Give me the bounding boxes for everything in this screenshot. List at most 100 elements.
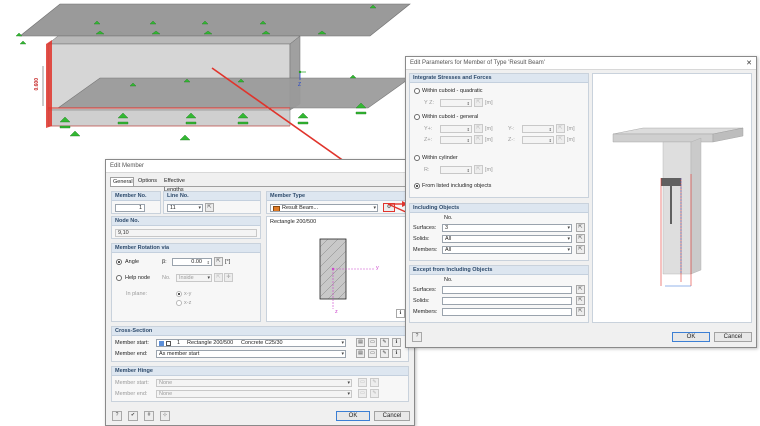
angle-input[interactable]: 0.00 ⇕ xyxy=(172,258,212,266)
edit-member-dialog: Edit Member General Options Effective Le… xyxy=(105,159,415,426)
help-icon[interactable]: ? xyxy=(112,411,122,421)
members-select[interactable]: All ▾ xyxy=(442,246,572,254)
hinge-end-select[interactable]: None ▾ xyxy=(156,390,352,398)
cuboid-quadratic-radio[interactable] xyxy=(414,88,420,94)
member-no-label: Member No. xyxy=(112,192,160,201)
y-plus-input[interactable]: ⇕ xyxy=(440,125,472,133)
tab-general[interactable]: General xyxy=(110,177,134,186)
cuboid-general-radio[interactable] xyxy=(414,114,420,120)
params-preview-panel xyxy=(592,73,752,323)
ok-button[interactable]: OK xyxy=(336,411,370,421)
tab-options[interactable]: Options xyxy=(136,177,160,186)
new-hinge-icon[interactable]: ▭ xyxy=(358,389,367,398)
chevron-down-icon: ▾ xyxy=(347,380,350,386)
member-start-select[interactable]: 1 Rectangle 200/500 Concrete C25/30 ▾ xyxy=(156,339,346,347)
y-plus-unit: [m] xyxy=(485,126,493,132)
library-icon[interactable]: ▤ xyxy=(356,338,365,347)
edit-hinge-icon[interactable]: ✎ xyxy=(370,378,379,387)
pick-solids-icon[interactable]: ⇱ xyxy=(576,234,585,243)
open-folder-icon[interactable]: ▭ xyxy=(368,338,377,347)
pick-icon[interactable]: ⇱ xyxy=(474,165,483,174)
including-label: Including Objects xyxy=(410,204,588,213)
z-plus-input[interactable]: ⇕ xyxy=(440,136,472,144)
except-members-input[interactable] xyxy=(442,308,572,316)
check-icon[interactable]: ✔ xyxy=(128,411,138,421)
node-no-panel: Node No. 9,10 xyxy=(111,216,261,239)
params-cancel-button[interactable]: Cancel xyxy=(714,332,752,342)
except-surfaces-input[interactable] xyxy=(442,286,572,294)
new-node-icon[interactable]: ✚ xyxy=(224,273,233,282)
params-ok-button[interactable]: OK xyxy=(672,332,710,342)
edit-hinge-icon[interactable]: ✎ xyxy=(370,389,379,398)
model-view[interactable] xyxy=(0,0,420,160)
plane-xy-label: x-y xyxy=(184,291,192,297)
plane-xz-label: x-z xyxy=(184,300,192,306)
except-solids-input[interactable] xyxy=(442,297,572,305)
member-end-select[interactable]: As member start ▾ xyxy=(156,350,346,358)
solids-select[interactable]: All ▾ xyxy=(442,235,572,243)
spinner-icon[interactable]: ⇕ xyxy=(467,126,470,132)
close-icon[interactable]: ✕ xyxy=(746,59,752,67)
member-no-panel: Member No. 1 xyxy=(111,191,161,214)
pick-icon[interactable]: ⇱ xyxy=(474,135,483,144)
pick-angle-icon[interactable]: ⇱ xyxy=(214,257,223,266)
spinner-icon[interactable]: ⇕ xyxy=(549,126,552,132)
tab-effective-lengths[interactable]: Effective Lengths xyxy=(162,177,208,193)
help-node-select[interactable]: Inside ▾ xyxy=(176,274,212,282)
surfaces-select[interactable]: 3 ▾ xyxy=(442,224,572,232)
open-folder-icon[interactable]: ▭ xyxy=(368,349,377,358)
pick-line-icon[interactable]: ⇱ xyxy=(205,203,214,212)
new-hinge-icon[interactable]: ▭ xyxy=(358,378,367,387)
plane-xy-radio[interactable] xyxy=(176,291,182,297)
pick-surfaces-icon[interactable]: ⇱ xyxy=(576,223,585,232)
numbering-icon[interactable]: # xyxy=(144,411,154,421)
pick-surfaces-icon[interactable]: ⇱ xyxy=(576,285,585,294)
cylinder-radio[interactable] xyxy=(414,155,420,161)
edit-icon[interactable]: ✎ xyxy=(380,349,389,358)
info-icon[interactable]: ℹ xyxy=(392,349,401,358)
pick-node-icon[interactable]: ⇱ xyxy=(214,273,223,282)
plane-xz-radio[interactable] xyxy=(176,300,182,306)
pick-icon[interactable]: ⇱ xyxy=(474,124,483,133)
pick-icon[interactable]: ⇱ xyxy=(474,98,483,107)
hinge-start-select[interactable]: None ▾ xyxy=(156,379,352,387)
spinner-icon[interactable]: ⇕ xyxy=(467,167,470,173)
member-type-select[interactable]: Result Beam... ▾ xyxy=(270,204,378,212)
line-no-label: Line No. xyxy=(164,192,260,201)
pick-solids-icon[interactable]: ⇱ xyxy=(576,296,585,305)
r-input[interactable]: ⇕ xyxy=(440,166,472,174)
except-label: Except from Including Objects xyxy=(410,266,588,275)
member-start-label: Member start: xyxy=(115,340,149,346)
wall-lower xyxy=(47,109,291,127)
line-no-value: 11 xyxy=(170,205,176,211)
pick-icon[interactable]: ⇱ xyxy=(556,124,565,133)
member-start-name: Rectangle 200/500 xyxy=(187,340,234,346)
spinner-icon[interactable]: ⇕ xyxy=(207,259,210,265)
z-minus-input[interactable]: ⇕ xyxy=(522,136,554,144)
cancel-button[interactable]: Cancel xyxy=(374,411,410,421)
spinner-icon[interactable]: ⇕ xyxy=(467,100,470,106)
yz-input[interactable]: ⇕ xyxy=(440,99,472,107)
pick-members-icon[interactable]: ⇱ xyxy=(576,307,585,316)
member-no-input[interactable]: 1 xyxy=(115,204,145,212)
help-node-radio[interactable] xyxy=(116,275,122,281)
from-listed-radio[interactable] xyxy=(414,183,420,189)
info-icon[interactable]: ℹ xyxy=(396,309,405,318)
spinner-icon[interactable]: ⇕ xyxy=(467,137,470,143)
help-icon[interactable]: ? xyxy=(412,332,422,342)
except-solids-label: Solids: xyxy=(413,298,430,304)
pick-icon[interactable]: ⇱ xyxy=(556,135,565,144)
node-no-input[interactable]: 9,10 xyxy=(115,229,257,237)
info-icon[interactable]: ℹ xyxy=(392,338,401,347)
angle-radio[interactable] xyxy=(116,259,122,265)
line-no-select[interactable]: 11 ▾ xyxy=(167,204,203,212)
select-icon[interactable]: ⊹ xyxy=(160,411,170,421)
spinner-icon[interactable]: ⇕ xyxy=(549,137,552,143)
pick-members-icon[interactable]: ⇱ xyxy=(576,245,585,254)
library-icon[interactable]: ▤ xyxy=(356,349,365,358)
y-minus-input[interactable]: ⇕ xyxy=(522,125,554,133)
rotation-label: Member Rotation via xyxy=(112,244,260,253)
members-value: All xyxy=(445,247,452,253)
axis-z-label: Z xyxy=(298,82,302,88)
edit-icon[interactable]: ✎ xyxy=(380,338,389,347)
